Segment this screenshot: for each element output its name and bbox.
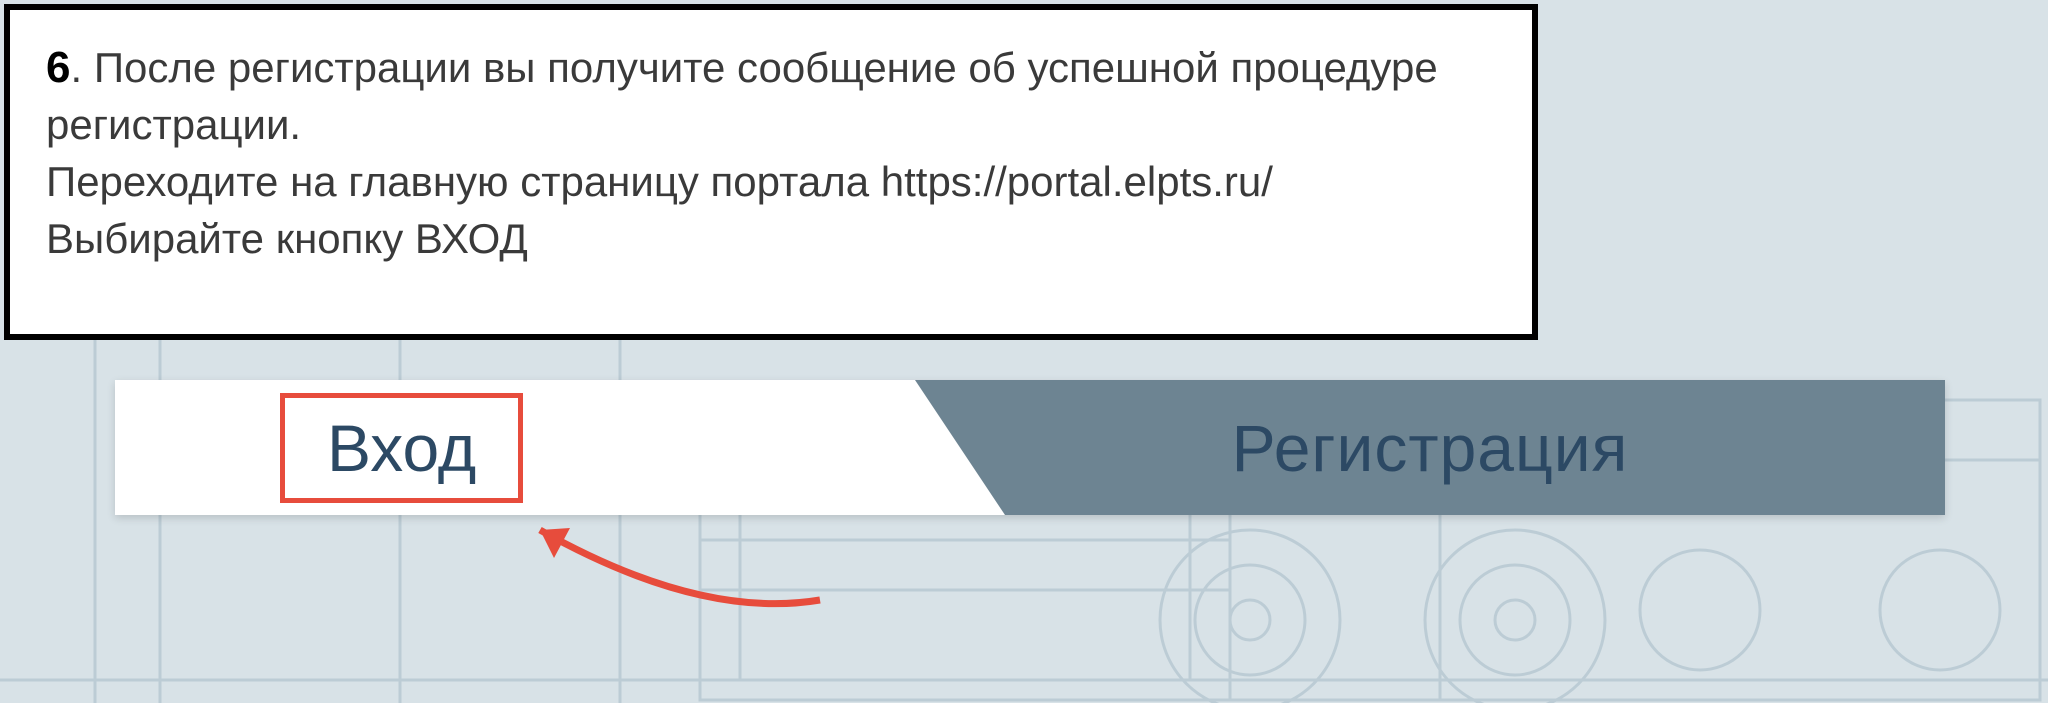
login-highlight-box: Вход [280, 393, 523, 503]
callout-arrow-icon [500, 510, 840, 630]
auth-tabs-container: Вход Регистрация [115, 380, 1945, 515]
instruction-callout-box: 6. После регистрации вы получите сообщен… [4, 4, 1538, 340]
instruction-text: 6. После регистрации вы получите сообщен… [46, 38, 1496, 267]
portal-url-text: https://portal.elpts.ru/ [881, 158, 1273, 205]
register-label: Регистрация [1232, 410, 1629, 486]
tab-login[interactable]: Вход [115, 380, 915, 515]
login-label: Вход [327, 411, 476, 485]
instruction-line3: Переходите на главную страницу портала [46, 158, 881, 205]
tab-register[interactable]: Регистрация [915, 380, 1945, 515]
instruction-line1: . После регистрации вы получите сообщени… [70, 44, 1437, 91]
instruction-line2: регистрации. [46, 101, 301, 148]
step-number: 6 [46, 43, 70, 92]
instruction-line4: Выбирайте кнопку ВХОД [46, 215, 528, 262]
